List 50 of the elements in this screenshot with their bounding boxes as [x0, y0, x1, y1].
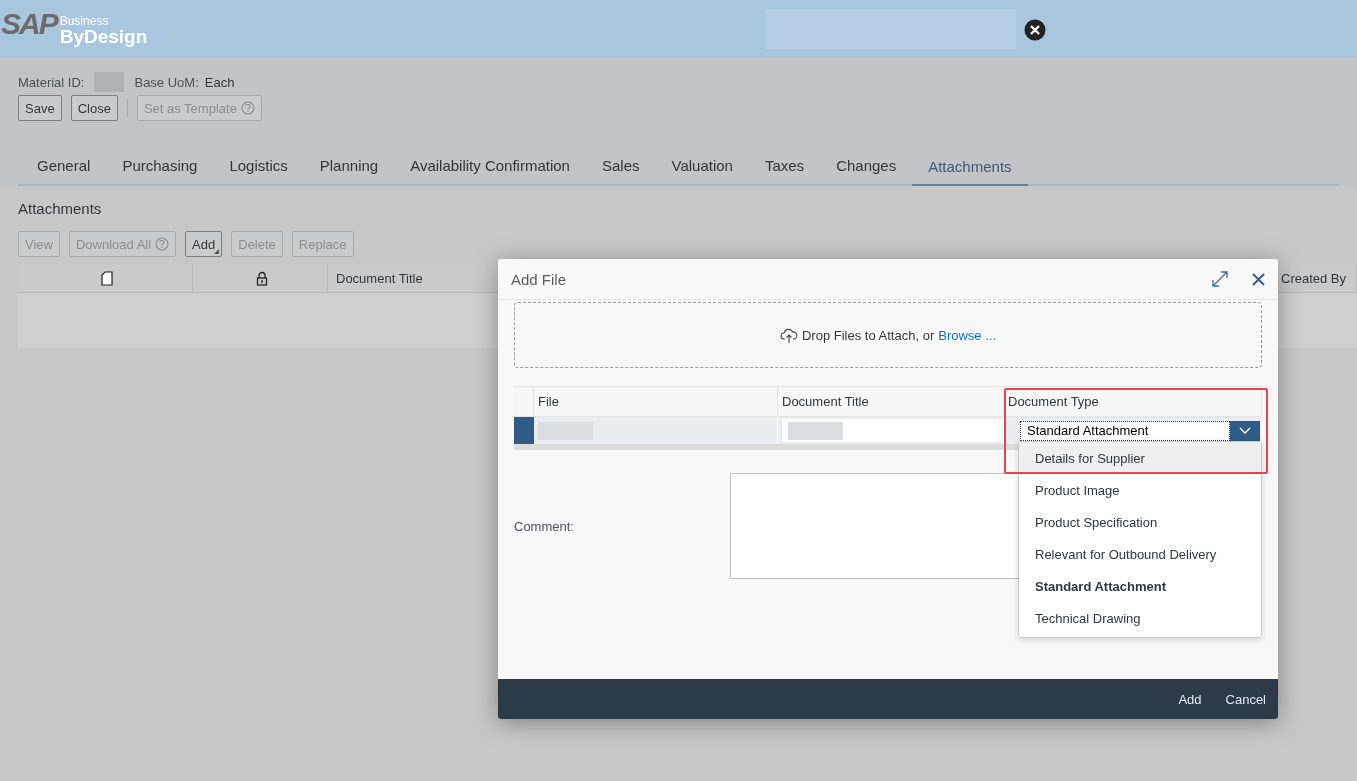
tab[interactable]: Planning — [303, 149, 395, 184]
header-cell — [514, 386, 534, 417]
toolbar-button[interactable]: Add — [185, 231, 223, 257]
field-label: Base UoM: — [134, 74, 199, 90]
comment-label: Comment: — [514, 518, 575, 534]
dropdown-option[interactable]: Details for Supplier — [1019, 442, 1261, 474]
field-value: Each — [204, 74, 235, 90]
tab[interactable]: Taxes — [748, 149, 821, 184]
help-icon — [240, 101, 255, 115]
dropdown-option[interactable]: Product Specification — [1019, 506, 1261, 538]
lock-icon — [255, 270, 268, 286]
tab[interactable]: Attachments — [912, 149, 1028, 186]
document-icon — [100, 270, 113, 286]
section-title: Attachments — [18, 200, 103, 217]
dropdown-button[interactable] — [1230, 420, 1260, 441]
toolbar-button[interactable]: Save — [18, 95, 62, 121]
chevron-down-icon — [1239, 427, 1251, 434]
dialog-title: Add File — [511, 270, 568, 288]
dropdown-option[interactable]: Technical Drawing — [1019, 602, 1261, 634]
tab[interactable]: Changes — [820, 149, 913, 184]
column-header: Document Type — [1004, 386, 1262, 417]
tab[interactable]: Valuation — [655, 149, 749, 184]
dropdown-option[interactable]: Standard Attachment — [1019, 570, 1261, 602]
drop-hint: Drop Files to Attach, or — [802, 327, 935, 343]
column-header: Document Title — [778, 386, 1004, 417]
logo-subtitle: Business — [59, 14, 110, 27]
drop-zone[interactable]: Drop Files to Attach, or Browse ... — [514, 302, 1262, 368]
browse-link[interactable]: Browse ... — [938, 327, 996, 343]
close-icon[interactable] — [1024, 19, 1046, 41]
dropdown-option[interactable]: Relevant for Outbound Delivery — [1019, 538, 1261, 570]
dropdown-option[interactable]: Product Image — [1019, 474, 1261, 506]
toolbar-button[interactable]: Close — [70, 95, 118, 121]
tab[interactable]: Availability Confirmation — [394, 149, 586, 184]
blurred-block — [788, 421, 843, 440]
expand-icon[interactable] — [1212, 271, 1228, 287]
tab[interactable]: Purchasing — [106, 149, 214, 184]
help-icon — [155, 237, 170, 251]
tab[interactable]: Sales — [585, 149, 656, 184]
column-header: File — [534, 386, 778, 417]
logo-product-name: ByDesign — [59, 26, 148, 46]
close-icon[interactable] — [1252, 272, 1265, 286]
cloud-upload-icon — [780, 327, 798, 343]
field-label: Material ID: — [18, 74, 85, 90]
footer-button[interactable]: Cancel — [1213, 685, 1278, 713]
tab[interactable]: Logistics — [213, 149, 304, 184]
menu-indicator-icon — [214, 249, 220, 254]
footer-button[interactable]: Add — [1166, 685, 1214, 713]
logo-brand: SAP — [1, 6, 57, 41]
tab[interactable]: General — [21, 149, 107, 184]
document-type-field[interactable]: Standard Attachment — [1020, 420, 1230, 441]
